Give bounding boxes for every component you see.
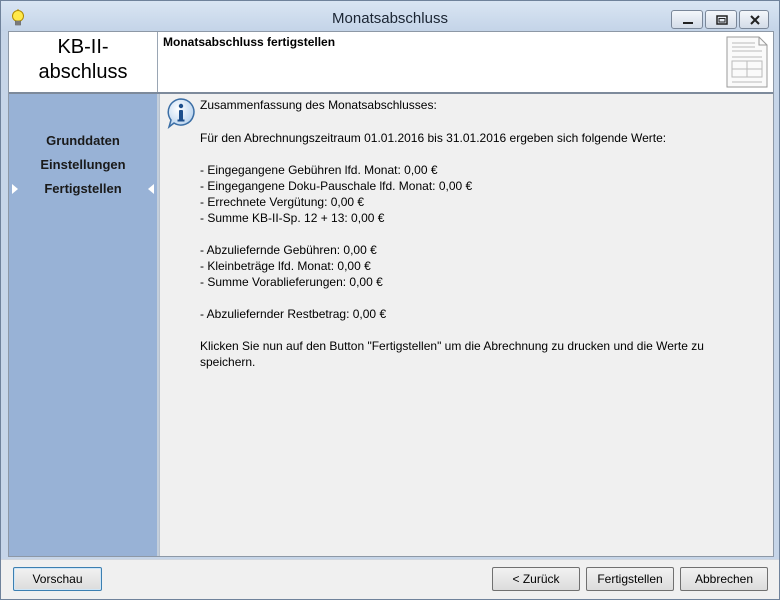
info-icon <box>167 98 195 129</box>
minimize-button[interactable] <box>671 10 703 29</box>
button-bar: Vorschau < Zurück Fertigstellen Abbreche… <box>1 559 779 599</box>
value-line: - Abzuliefernde Gebühren: 0,00 € <box>200 243 377 257</box>
fee-list: - Eingegangene Gebühren lfd. Monat: 0,00… <box>200 162 472 226</box>
window-title: Monatsabschluss <box>332 10 448 27</box>
back-button[interactable]: < Zurück <box>492 567 580 591</box>
preview-button[interactable]: Vorschau <box>13 567 102 591</box>
period-intro: Für den Abrechnungszeitraum 01.01.2016 b… <box>200 131 667 145</box>
close-button[interactable] <box>739 10 769 29</box>
cancel-button[interactable]: Abbrechen <box>680 567 768 591</box>
active-marker-left-icon <box>12 184 18 194</box>
wizard-steps-sidebar: Grunddaten Einstellungen Fertigstellen <box>9 94 157 556</box>
value-line: - Summe Vorablieferungen: 0,00 € <box>200 275 383 289</box>
minimize-icon <box>683 22 693 24</box>
close-icon <box>750 15 760 25</box>
logo-panel: KB-II- abschluss <box>9 32 158 92</box>
dialog-window: Monatsabschluss KB-II- abschluss Monatsa… <box>0 0 780 600</box>
summary-title: Zusammenfassung des Monatsabschlusses: <box>200 98 437 112</box>
sidebar-item-einstellungen[interactable]: Einstellungen <box>9 155 157 175</box>
value-line: - Eingegangene Doku-Pauschale lfd. Monat… <box>200 179 473 193</box>
sidebar-item-label: Einstellungen <box>40 157 126 172</box>
value-line: - Kleinbeträge lfd. Monat: 0,00 € <box>200 259 371 273</box>
wizard-client-area: KB-II- abschluss Monatsabschluss fertigs… <box>8 31 774 557</box>
instruction-text: Klicken Sie nun auf den Button "Fertigst… <box>200 338 704 370</box>
finish-button[interactable]: Fertigstellen <box>586 567 674 591</box>
document-icon <box>726 36 768 88</box>
step-heading: Monatsabschluss fertigstellen <box>163 35 336 49</box>
restore-icon <box>716 15 728 25</box>
remainder-list: - Abzuliefernder Restbetrag: 0,00 € <box>200 306 386 322</box>
sidebar-item-grunddaten[interactable]: Grunddaten <box>9 131 157 151</box>
app-logo-text: KB-II- abschluss <box>38 36 128 83</box>
delivery-list: - Abzuliefernde Gebühren: 0,00 € - Klein… <box>200 242 383 290</box>
instruction-line: Klicken Sie nun auf den Button "Fertigst… <box>200 339 704 353</box>
title-bar[interactable]: Monatsabschluss <box>1 1 779 31</box>
header-panel: Monatsabschluss fertigstellen <box>159 32 773 92</box>
sidebar-item-fertigstellen[interactable]: Fertigstellen <box>9 179 157 199</box>
value-line: - Eingegangene Gebühren lfd. Monat: 0,00… <box>200 163 438 177</box>
value-line: - Abzuliefernder Restbetrag: 0,00 € <box>200 307 387 321</box>
sidebar-item-label: Fertigstellen <box>44 181 122 196</box>
value-line: - Summe KB-II-Sp. 12 + 13: 0,00 € <box>200 211 385 225</box>
sidebar-item-label: Grunddaten <box>46 133 120 148</box>
value-line: - Errechnete Vergütung: 0,00 € <box>200 195 365 209</box>
maximize-button[interactable] <box>705 10 737 29</box>
active-marker-right-icon <box>148 184 154 194</box>
summary-panel: Zusammenfassung des Monatsabschlusses: F… <box>159 94 773 556</box>
instruction-line: speichern. <box>200 355 256 369</box>
